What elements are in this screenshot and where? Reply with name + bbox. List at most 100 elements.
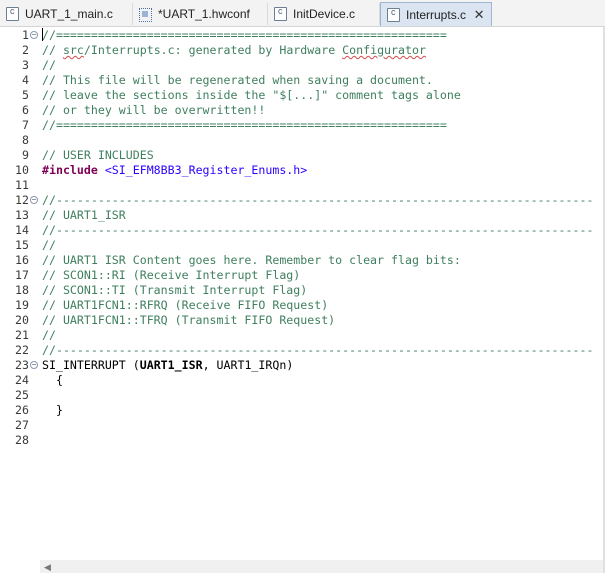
line-number: 21 [15, 328, 29, 342]
code-line: 27 [0, 418, 600, 433]
code-line: 13 // UART1_ISR [0, 208, 600, 223]
code-text: //--------------------------------------… [42, 223, 594, 237]
code-line: 24 { [0, 373, 600, 388]
text-cursor [42, 28, 43, 41]
code-text: #include <SI_EFM8BB3_Register_Enums.h> [42, 163, 308, 177]
code-text: // UART1 ISR Content goes here. Remember… [42, 253, 461, 267]
fold-toggle-icon[interactable]: − [30, 361, 38, 369]
code-text: // leave the sections inside the "$[...]… [42, 88, 461, 102]
line-number: 13 [15, 208, 29, 222]
tab-label: Interrupts.c [406, 7, 467, 22]
line-number: 15 [15, 238, 29, 252]
code-line: 10 #include <SI_EFM8BB3_Register_Enums.h> [0, 163, 600, 178]
code-text: //======================================… [42, 118, 447, 132]
code-line: 8 [0, 133, 600, 148]
code-text: // UART1_ISR [42, 208, 126, 222]
code-line: 2 // src/Interrupts.c: generated by Hardw… [0, 43, 600, 58]
tab-label: InitDevice.c [293, 7, 356, 21]
c-file-icon [6, 6, 19, 21]
line-number: 22 [15, 343, 29, 357]
fold-toggle-icon[interactable]: − [30, 196, 38, 204]
scroll-left-icon[interactable]: ◀ [44, 562, 51, 573]
line-number: 10 [15, 163, 29, 177]
code-line: 1−//====================================… [0, 28, 600, 43]
line-number: 9 [22, 148, 29, 162]
tab-uart-1-hwconf[interactable]: *UART_1.hwconf [133, 3, 268, 25]
line-number: 18 [15, 283, 29, 297]
tab-label: UART_1_main.c [25, 7, 113, 21]
code-line: 6 // or they will be overwritten!! [0, 103, 600, 118]
line-number: 1 [22, 28, 29, 42]
line-number: 19 [15, 298, 29, 312]
code-line: 5 // leave the sections inside the "$[...… [0, 88, 600, 103]
code-text: // [42, 238, 56, 252]
line-number: 14 [15, 223, 29, 237]
line-number: 20 [15, 313, 29, 327]
code-text: // UART1FCN1::TFRQ (Transmit FIFO Reques… [42, 313, 336, 327]
code-line: 26 } [0, 403, 600, 418]
line-number: 11 [15, 178, 29, 192]
line-number: 7 [22, 118, 29, 132]
line-number: 8 [22, 133, 29, 147]
code-text: //--------------------------------------… [42, 343, 594, 357]
hwconf-icon [139, 7, 152, 22]
code-text: // SCON1::RI (Receive Interrupt Flag) [42, 268, 301, 282]
code-line: 18 // SCON1::TI (Transmit Interrupt Flag) [0, 283, 600, 298]
editor-tab-bar: UART_1_main.c *UART_1.hwconf InitDevice.… [0, 0, 605, 27]
line-number: 16 [15, 253, 29, 267]
line-number: 2 [22, 43, 29, 57]
horizontal-scrollbar[interactable]: ◀ [40, 560, 605, 573]
code-line: 20 // UART1FCN1::TFRQ (Transmit FIFO Requ… [0, 313, 600, 328]
code-line: 25 [0, 388, 600, 403]
line-number: 3 [22, 58, 29, 72]
code-text: SI_INTERRUPT (UART1_ISR, UART1_IRQn) [42, 358, 294, 372]
close-icon[interactable]: ✕ [473, 7, 485, 23]
line-number: 17 [15, 268, 29, 282]
tab-interrupts-c[interactable]: Interrupts.c ✕ [380, 2, 492, 26]
code-line: 16 // UART1 ISR Content goes here. Rememb… [0, 253, 600, 268]
line-number: 25 [15, 388, 29, 402]
code-line: 23− SI_INTERRUPT (UART1_ISR, UART1_IRQn) [0, 358, 600, 373]
code-line: 7 //=====================================… [0, 118, 600, 133]
code-line: 17 // SCON1::RI (Receive Interrupt Flag) [0, 268, 600, 283]
tab-label: *UART_1.hwconf [158, 7, 250, 21]
code-line: 28 [0, 433, 600, 448]
code-text: // [42, 58, 56, 72]
code-line: 4 // This file will be regenerated when s… [0, 73, 600, 88]
code-line: 12−//-----------------------------------… [0, 193, 600, 208]
code-text: // SCON1::TI (Transmit Interrupt Flag) [42, 283, 308, 297]
code-text: // src/Interrupts.c: generated by Hardwa… [42, 43, 426, 57]
code-line: 14 //------------------------------------… [0, 223, 600, 238]
line-number: 5 [22, 88, 29, 102]
line-number: 27 [15, 418, 29, 432]
line-number: 26 [15, 403, 29, 417]
code-text: //======================================… [42, 28, 447, 42]
code-text: { [42, 373, 63, 387]
tab-uart-1-main-c[interactable]: UART_1_main.c [0, 3, 133, 25]
code-text: //--------------------------------------… [42, 193, 594, 207]
code-line: 21 // [0, 328, 600, 343]
code-line: 22 //------------------------------------… [0, 343, 600, 358]
fold-toggle-icon[interactable]: − [30, 31, 38, 39]
line-number: 23 [15, 358, 29, 372]
c-file-icon [274, 6, 287, 21]
code-line: 11 [0, 178, 600, 193]
line-number: 4 [22, 73, 29, 87]
line-number: 28 [15, 433, 29, 447]
c-file-icon [387, 7, 400, 22]
code-line: 9 // USER INCLUDES [0, 148, 600, 163]
code-text: // UART1FCN1::RFRQ (Receive FIFO Request… [42, 298, 329, 312]
code-text: } [42, 403, 63, 417]
code-text: // This file will be regenerated when sa… [42, 73, 433, 87]
code-text: // [42, 328, 56, 342]
code-line: 15 // [0, 238, 600, 253]
code-text: // or they will be overwritten!! [42, 103, 266, 117]
code-line: 19 // UART1FCN1::RFRQ (Receive FIFO Reque… [0, 298, 600, 313]
code-text: // USER INCLUDES [42, 148, 154, 162]
line-number: 24 [15, 373, 29, 387]
tab-initdevice-c[interactable]: InitDevice.c [268, 3, 380, 25]
line-number: 6 [22, 103, 29, 117]
code-editor[interactable]: 1−//====================================… [0, 27, 605, 579]
code-line: 3 // [0, 58, 600, 73]
line-number: 12 [15, 193, 29, 207]
